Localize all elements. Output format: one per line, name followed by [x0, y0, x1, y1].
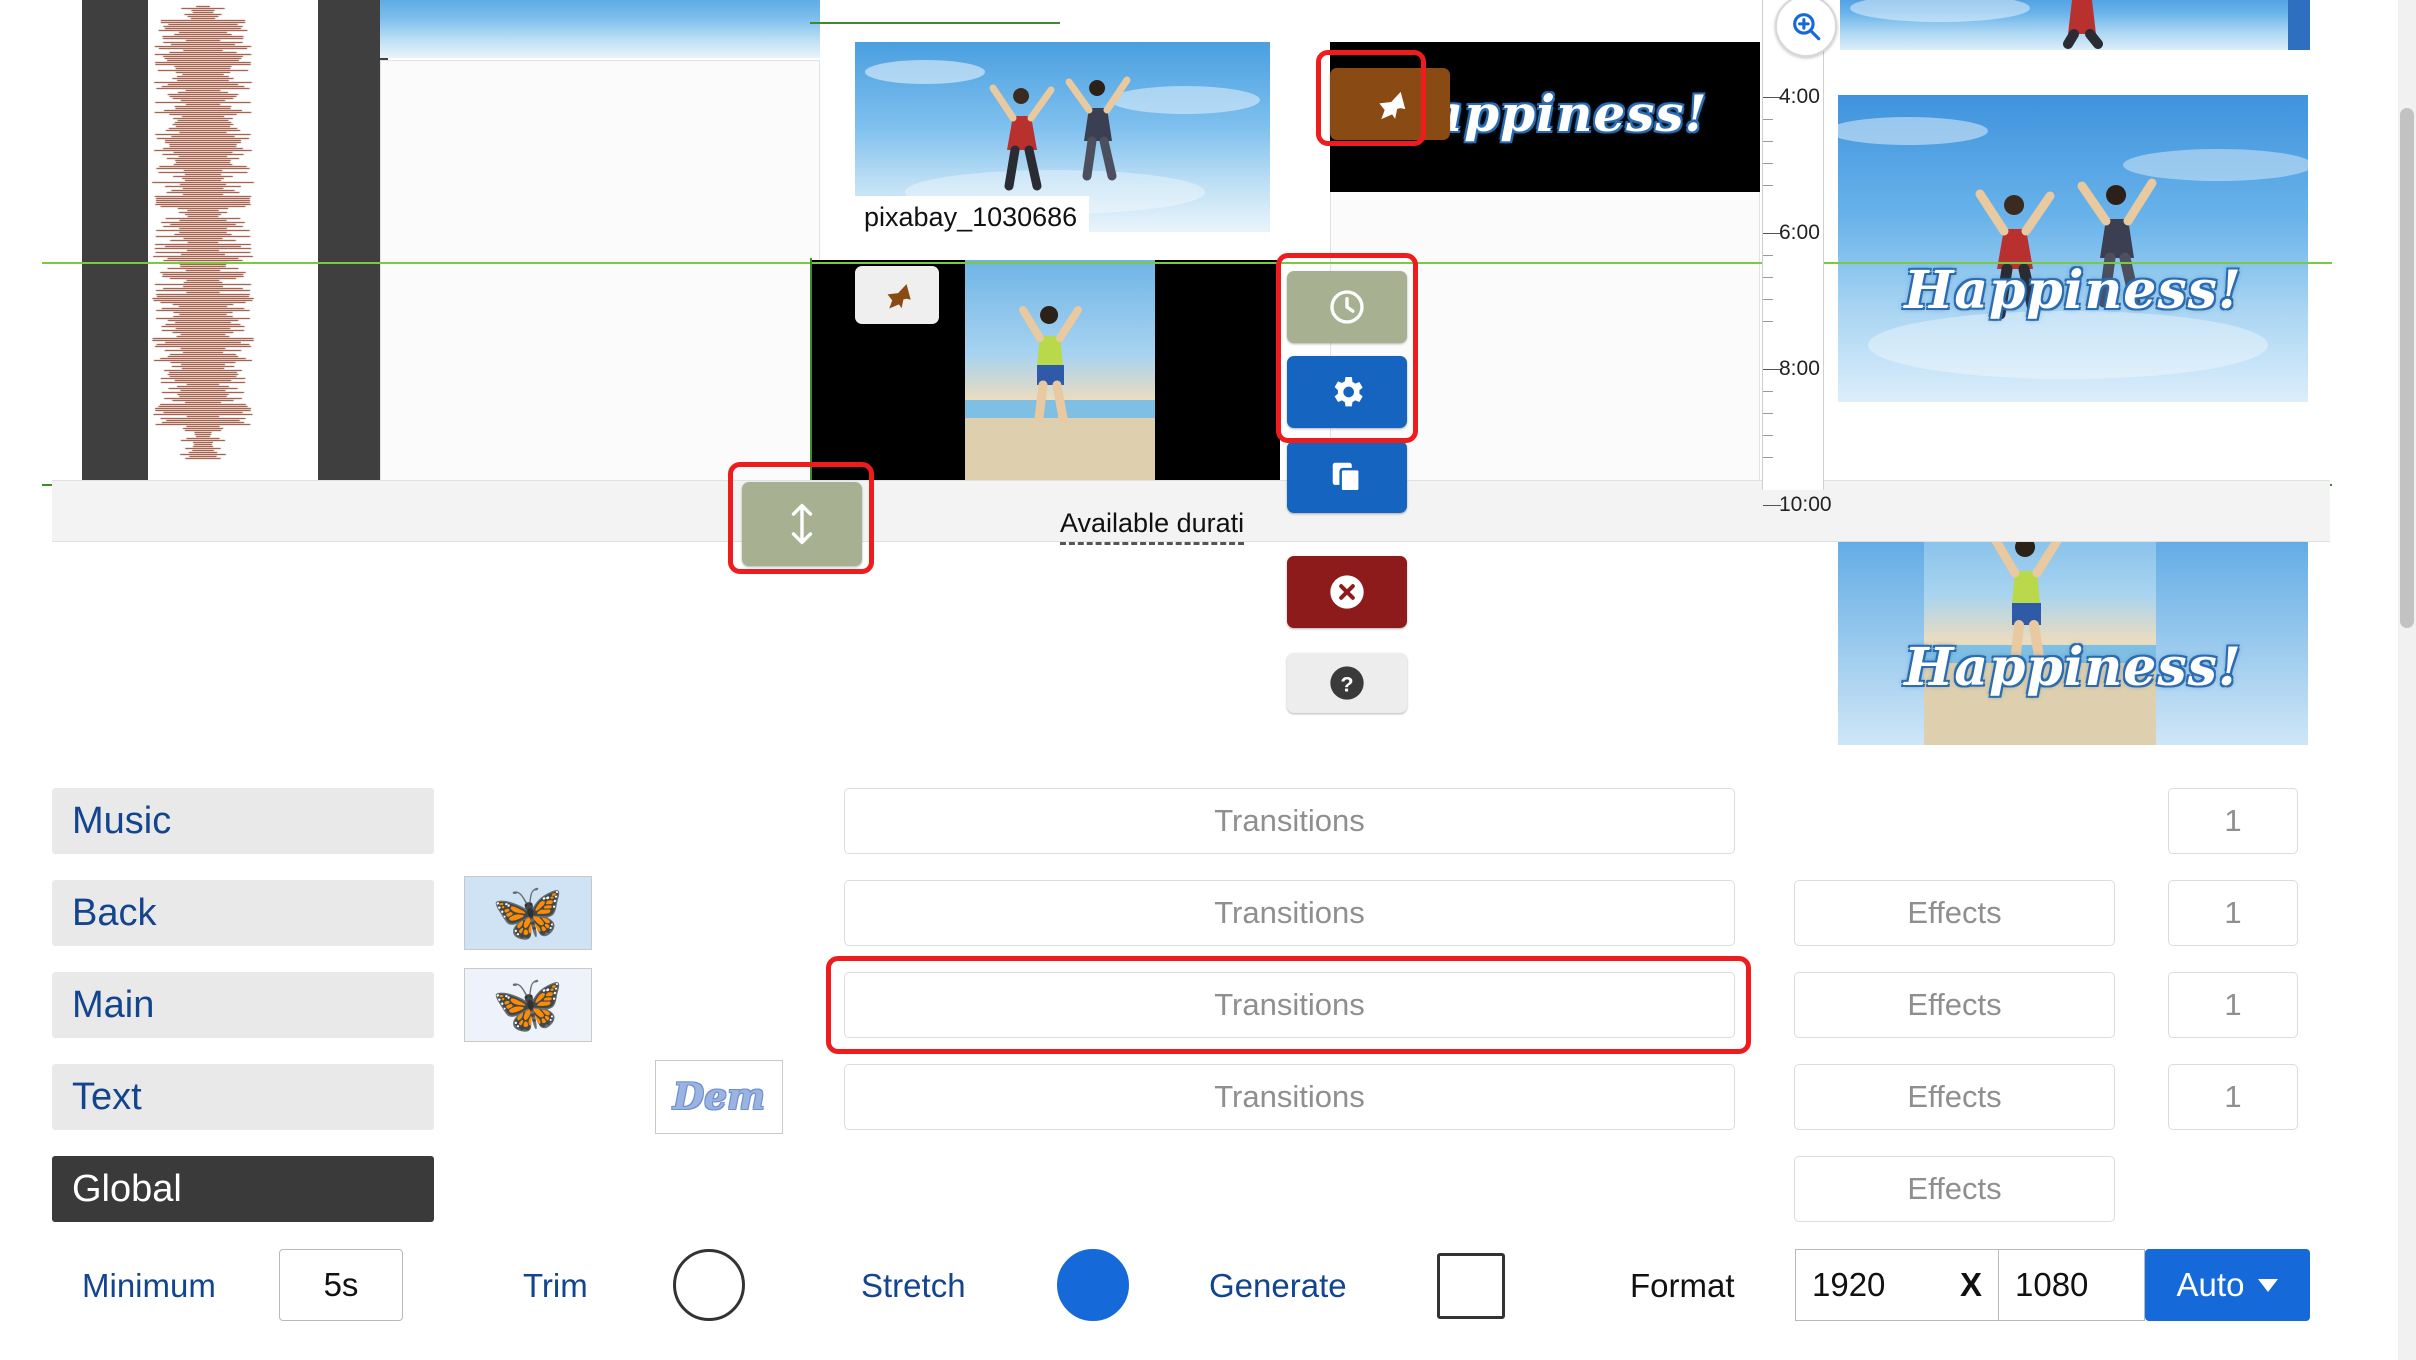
count-label: 1	[2224, 895, 2242, 930]
minimum-duration-input[interactable]: 5s	[279, 1249, 403, 1321]
trim-label[interactable]: Trim	[523, 1267, 588, 1305]
format-x-separator: X	[1944, 1249, 1998, 1321]
format-width-value: 1920	[1812, 1266, 1886, 1303]
transitions-label: Transitions	[1214, 1079, 1365, 1114]
track-band-left	[82, 0, 150, 490]
channel-button-main[interactable]: Main	[52, 972, 434, 1038]
settings-button[interactable]	[1287, 356, 1407, 428]
format-height-value: 1080	[2015, 1266, 2089, 1303]
duplicate-button[interactable]	[1287, 441, 1407, 513]
channel-button-music[interactable]: Music	[52, 788, 434, 854]
preview-clip-right-spacer	[2288, 0, 2310, 50]
transitions-button-back[interactable]: Transitions	[844, 880, 1735, 946]
preview-caption-bottom: Happiness!	[1904, 637, 2242, 698]
transitions-button-music[interactable]: Transitions	[844, 788, 1735, 854]
timeline-stage[interactable]: pixabay_1030686 Happiness! Happiness! Ha…	[0, 0, 2416, 760]
chevron-down-icon	[2258, 1278, 2279, 1292]
ruler-tick-label: 6:00	[1779, 221, 1820, 244]
transitions-button-text[interactable]: Transitions	[844, 1064, 1735, 1130]
count-button-back[interactable]: 1	[2168, 880, 2298, 946]
effects-label: Effects	[1907, 1171, 2002, 1206]
effects-button-text[interactable]: Effects	[1794, 1064, 2115, 1130]
thumbnail-back[interactable]: 🦋	[464, 876, 592, 950]
generate-label[interactable]: Generate	[1209, 1267, 1347, 1305]
svg-text:?: ?	[1340, 671, 1353, 696]
preview-caption-main: Happiness!	[1904, 260, 2242, 321]
effects-label: Effects	[1907, 1079, 2002, 1114]
thumbnail-main[interactable]: 🦋	[464, 968, 592, 1042]
count-button-music[interactable]: 1	[2168, 788, 2298, 854]
clip-strip-a[interactable]	[380, 60, 820, 490]
effects-button-main[interactable]: Effects	[1794, 972, 2115, 1038]
minimum-value: 5s	[323, 1266, 359, 1303]
available-duration-label: Available durati	[1060, 508, 1245, 545]
pin-button[interactable]	[1330, 68, 1450, 140]
count-button-main[interactable]: 1	[2168, 972, 2298, 1038]
preview-clip-top[interactable]	[1840, 0, 2310, 50]
count-label: 1	[2224, 803, 2242, 838]
magnifier-zoom-icon[interactable]	[1775, 0, 1837, 57]
effects-button-back[interactable]: Effects	[1794, 880, 2115, 946]
scrollbar-thumb[interactable]	[2400, 108, 2414, 628]
selection-outline-top	[810, 22, 1060, 24]
transitions-label: Transitions	[1214, 895, 1365, 930]
channel-label: Global	[72, 1167, 182, 1210]
channel-button-back[interactable]: Back	[52, 880, 434, 946]
transitions-label: Transitions	[1214, 803, 1365, 838]
butterfly-icon: 🦋	[491, 972, 565, 1037]
effects-label: Effects	[1907, 895, 2002, 930]
channel-button-global[interactable]: Global	[52, 1156, 434, 1222]
guide-line-upper	[42, 262, 2332, 264]
count-label: 1	[2224, 987, 2242, 1022]
stretch-radio[interactable]	[1057, 1249, 1129, 1321]
transitions-button-main[interactable]: Transitions	[844, 972, 1735, 1038]
trim-radio[interactable]	[673, 1249, 745, 1321]
time-ruler[interactable]: 4:00 6:00 8:00 10:00	[1762, 0, 1832, 516]
generate-checkbox[interactable]	[1437, 1253, 1505, 1319]
channel-label: Back	[72, 891, 157, 934]
help-button[interactable]: ?	[1287, 653, 1407, 713]
butterfly-icon: 🦋	[491, 880, 565, 945]
effects-label: Effects	[1907, 987, 2002, 1022]
ruler-tick-label: 8:00	[1779, 357, 1820, 380]
audio-waveform[interactable]	[148, 0, 258, 490]
selection-outline-left	[810, 258, 812, 488]
auto-dropdown-button[interactable]: Auto	[2145, 1249, 2310, 1321]
text-thumbnail-label: Dem	[672, 1076, 766, 1118]
count-label: 1	[2224, 1079, 2242, 1114]
channel-button-text[interactable]: Text	[52, 1064, 434, 1130]
channel-label: Music	[72, 799, 172, 842]
stretch-label[interactable]: Stretch	[861, 1267, 966, 1305]
track-band-right	[318, 0, 388, 490]
effects-button-global[interactable]: Effects	[1794, 1156, 2115, 1222]
clip-filename-tooltip: pixabay_1030686	[852, 196, 1090, 239]
delete-button[interactable]	[1287, 556, 1407, 628]
ruler-tick-label: 10:00	[1779, 493, 1832, 516]
count-button-text[interactable]: 1	[2168, 1064, 2298, 1130]
clock-button[interactable]	[1287, 271, 1407, 343]
clip-pin-button[interactable]	[855, 266, 939, 324]
ruler-tick-label: 4:00	[1779, 85, 1820, 108]
vertical-resize-handle[interactable]	[742, 482, 862, 566]
format-label: Format	[1630, 1267, 1735, 1304]
bottom-control-bar[interactable]: Minimum 5s Trim Stretch Generate Format …	[0, 1245, 2416, 1335]
page-scrollbar[interactable]	[2398, 0, 2416, 1360]
transitions-label: Transitions	[1214, 987, 1365, 1022]
minimum-label[interactable]: Minimum	[82, 1267, 216, 1305]
channel-label: Text	[72, 1075, 142, 1118]
thumbnail-text[interactable]: Dem	[655, 1060, 783, 1134]
format-width-input[interactable]: 1920	[1795, 1249, 1945, 1321]
channel-label: Main	[72, 983, 155, 1026]
auto-label: Auto	[2176, 1266, 2245, 1303]
clip-thumbnail-top[interactable]	[380, 0, 820, 58]
format-height-input[interactable]: 1080	[1998, 1249, 2145, 1321]
preview-clip-main[interactable]: Happiness!	[1838, 95, 2308, 402]
